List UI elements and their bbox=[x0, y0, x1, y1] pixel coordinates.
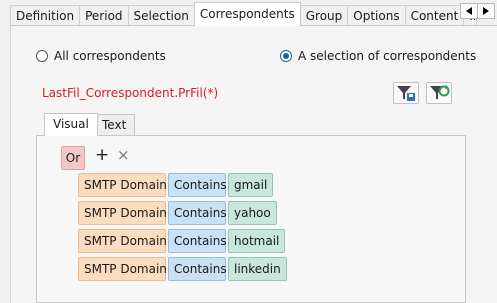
radio-selection-label: A selection of correspondents bbox=[298, 49, 477, 63]
operator-chip[interactable]: Contains bbox=[168, 173, 227, 197]
triangle-right-icon bbox=[483, 7, 489, 15]
field-chip[interactable]: SMTP Domain bbox=[78, 173, 167, 197]
radio-selection-correspondents[interactable]: A selection of correspondents bbox=[280, 47, 476, 65]
field-chip[interactable]: SMTP Domain bbox=[78, 229, 167, 253]
operator-chip[interactable]: Contains bbox=[168, 201, 227, 225]
condition-row: SMTP Domain Contains gmail bbox=[78, 173, 275, 197]
condition-row: SMTP Domain Contains linkedin bbox=[78, 257, 289, 281]
filter-save-icon bbox=[397, 86, 415, 101]
remove-group-button[interactable]: × bbox=[117, 146, 130, 164]
tab-scroll-buttons bbox=[460, 3, 495, 19]
tab-definition[interactable]: Definition bbox=[10, 5, 81, 26]
operator-chip[interactable]: Contains bbox=[168, 257, 227, 281]
tab-visual[interactable]: Visual bbox=[44, 113, 98, 136]
tab-selection[interactable]: Selection bbox=[127, 5, 195, 26]
tab-correspondents[interactable]: Correspondents bbox=[193, 2, 301, 26]
condition-row: SMTP Domain Contains hotmail bbox=[78, 229, 287, 253]
value-chip[interactable]: hotmail bbox=[228, 229, 286, 253]
filter-expression: LastFil_Correspondent.PrFil(*) bbox=[42, 86, 219, 100]
radio-all-label: All correspondents bbox=[54, 49, 166, 63]
value-chip[interactable]: gmail bbox=[228, 173, 274, 197]
tab-content[interactable]: Content bbox=[404, 5, 465, 26]
tab-text[interactable]: Text bbox=[93, 114, 136, 136]
field-chip[interactable]: SMTP Domain bbox=[78, 201, 167, 225]
scroll-left-button[interactable] bbox=[460, 3, 478, 19]
scroll-right-button[interactable] bbox=[477, 3, 495, 19]
operator-chip[interactable]: Contains bbox=[168, 229, 227, 253]
tab-period[interactable]: Period bbox=[79, 5, 129, 26]
filter-refresh-icon bbox=[430, 85, 450, 99]
tab-strip: Definition Period Selection Corresponden… bbox=[10, 2, 497, 26]
field-chip[interactable]: SMTP Domain bbox=[78, 257, 167, 281]
radio-circle-selected[interactable] bbox=[280, 50, 292, 62]
add-condition-button[interactable]: + bbox=[95, 145, 109, 165]
load-filter-button[interactable] bbox=[426, 82, 452, 104]
radio-all-correspondents[interactable]: All correspondents bbox=[36, 47, 166, 65]
value-chip[interactable]: yahoo bbox=[228, 201, 277, 225]
condition-row: SMTP Domain Contains yahoo bbox=[78, 201, 279, 225]
save-filter-button[interactable] bbox=[393, 82, 419, 104]
value-chip[interactable]: linkedin bbox=[228, 257, 287, 281]
triangle-left-icon bbox=[466, 7, 472, 15]
tab-group[interactable]: Group bbox=[299, 5, 349, 26]
or-operator-chip[interactable]: Or bbox=[61, 146, 85, 170]
radio-circle[interactable] bbox=[36, 50, 48, 62]
tab-options[interactable]: Options bbox=[347, 5, 406, 26]
